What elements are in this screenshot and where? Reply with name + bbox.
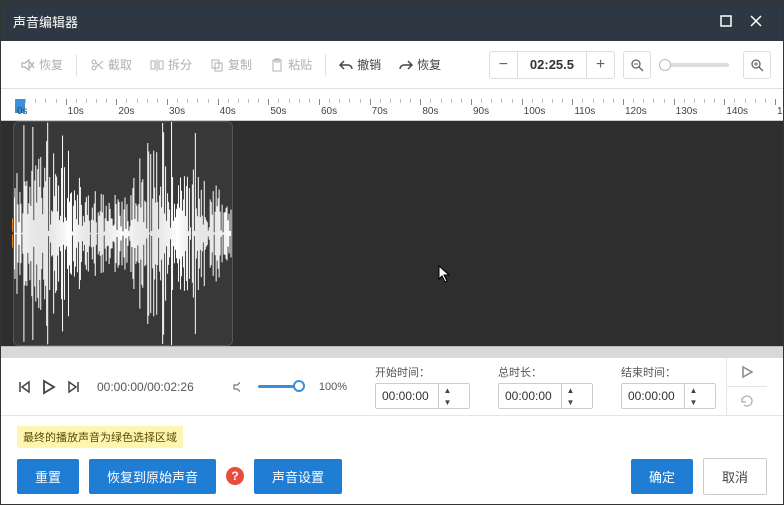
- volume-icon: [232, 379, 239, 395]
- start-time-up[interactable]: ▲: [439, 384, 456, 396]
- copy-icon: [210, 58, 224, 72]
- end-time-down[interactable]: ▼: [685, 396, 702, 408]
- close-button[interactable]: [741, 6, 771, 36]
- magnify-slider[interactable]: [659, 63, 729, 67]
- horizontal-scrollbar[interactable]: [1, 346, 783, 358]
- duration-up[interactable]: ▲: [562, 384, 579, 396]
- zoom-in-button[interactable]: +: [586, 52, 614, 78]
- end-time-input[interactable]: [622, 389, 684, 403]
- maximize-button[interactable]: [711, 6, 741, 36]
- paste-button: 粘贴: [262, 50, 320, 79]
- playback-timecode: 00:00:00/00:02:26: [97, 380, 194, 394]
- split-icon: [150, 58, 164, 72]
- ok-button[interactable]: 确定: [631, 459, 693, 494]
- zoom-value: 02:25.5: [518, 57, 586, 72]
- magnify-out-button[interactable]: [623, 51, 651, 79]
- undo-icon: [339, 58, 353, 72]
- start-time-down[interactable]: ▼: [439, 396, 456, 408]
- volume-percent: 100%: [319, 381, 347, 393]
- loop-button[interactable]: [727, 387, 767, 415]
- magnify-plus-icon: [750, 58, 764, 72]
- step-back-button[interactable]: [17, 376, 31, 398]
- duration-spinner[interactable]: ▲▼: [498, 383, 593, 409]
- play-button[interactable]: [41, 376, 57, 398]
- waveform-graphic: [14, 122, 232, 345]
- start-time-group: 开始时间： ▲▼: [375, 364, 470, 409]
- footer: 重置 恢复到原始声音 ? 声音设置 确定 取消: [1, 448, 783, 504]
- duration-down[interactable]: ▼: [562, 396, 579, 408]
- end-time-up[interactable]: ▲: [685, 384, 702, 396]
- redo-icon: [399, 58, 413, 72]
- copy-button: 复制: [202, 50, 260, 79]
- start-time-spinner[interactable]: ▲▼: [375, 383, 470, 409]
- playback-bar: 00:00:00/00:02:26 100% 开始时间： ▲▼ 总时长： ▲▼ …: [1, 358, 783, 416]
- zoom-out-button[interactable]: −: [490, 52, 518, 78]
- magnify-in-button[interactable]: [743, 51, 771, 79]
- titlebar: 声音编辑器: [1, 1, 783, 41]
- duration-input[interactable]: [499, 389, 561, 403]
- help-icon[interactable]: ?: [226, 467, 244, 485]
- restore-original-button[interactable]: 恢复到原始声音: [89, 459, 216, 494]
- scissors-icon: [90, 58, 104, 72]
- cancel-button[interactable]: 取消: [703, 458, 767, 495]
- speaker-muted-icon: [21, 58, 35, 72]
- audio-clip[interactable]: [13, 121, 233, 346]
- toolbar: 恢复 截取 拆分 复制 粘贴 撤销 恢复 − 02: [1, 41, 783, 89]
- preview-play-button[interactable]: [727, 358, 767, 387]
- reset-button[interactable]: 重置: [17, 459, 79, 494]
- window-title: 声音编辑器: [13, 12, 78, 31]
- cut-button: 截取: [82, 50, 140, 79]
- waveform-area[interactable]: [1, 121, 783, 346]
- sound-editor-window: 声音编辑器 恢复 截取 拆分 复制 粘贴: [0, 0, 784, 505]
- restore-button: 恢复: [13, 50, 71, 79]
- paste-icon: [270, 58, 284, 72]
- start-time-input[interactable]: [376, 389, 438, 403]
- sound-settings-button[interactable]: 声音设置: [254, 459, 342, 494]
- end-time-spinner[interactable]: ▲▼: [621, 383, 716, 409]
- time-ruler[interactable]: 0s10s20s30s40s50s60s70s80s90s100s110s120…: [1, 99, 783, 121]
- undo-button[interactable]: 撤销: [331, 50, 389, 79]
- step-forward-button[interactable]: [67, 376, 81, 398]
- split-button: 拆分: [142, 50, 200, 79]
- end-time-group: 结束时间： ▲▼: [621, 364, 716, 409]
- time-zoom-group: − 02:25.5 +: [489, 51, 615, 79]
- side-buttons: [726, 358, 767, 415]
- hint-text: 最终的播放声音为绿色选择区域: [17, 426, 183, 448]
- duration-group: 总时长： ▲▼: [498, 364, 593, 409]
- magnify-minus-icon: [630, 58, 644, 72]
- volume-slider[interactable]: [258, 385, 299, 388]
- redo-button[interactable]: 恢复: [391, 50, 449, 79]
